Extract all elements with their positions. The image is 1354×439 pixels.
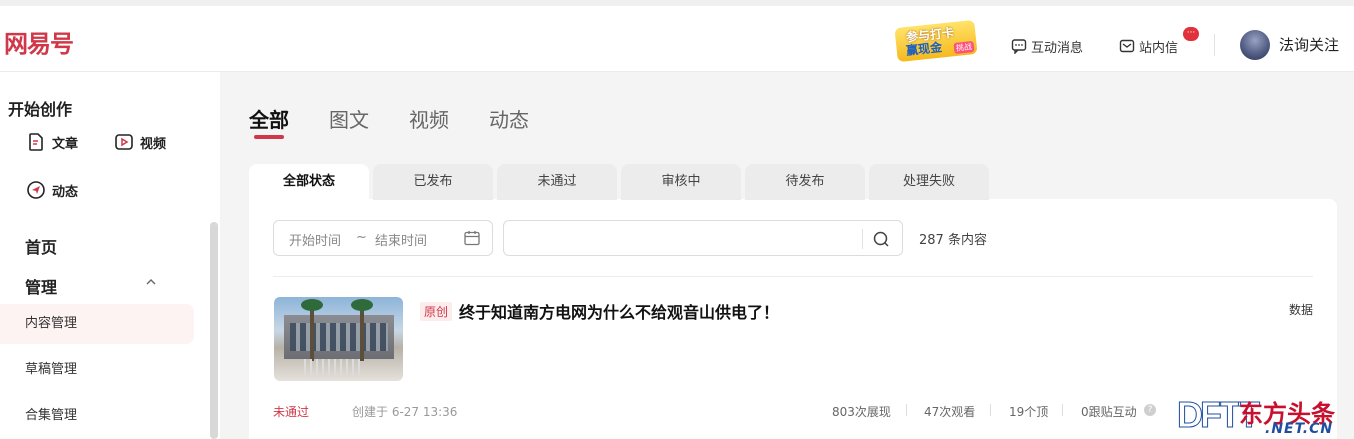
inbox-badge: ··· — [1183, 27, 1199, 41]
checkin-promo-banner[interactable]: 参与打卡 赢现金 挑战 — [888, 19, 980, 63]
search-input[interactable] — [503, 220, 903, 256]
subtab-reviewing[interactable]: 审核中 — [621, 164, 741, 200]
create-moment-label: 动态 — [52, 184, 79, 200]
date-range-picker[interactable]: 开始时间 ~ 结束时间 — [273, 220, 493, 256]
article-created-time: 创建于 6-27 13:36 — [352, 405, 458, 419]
stat-divider — [990, 404, 991, 416]
avatar[interactable] — [1240, 30, 1270, 60]
sidebar-item-content-management[interactable]: 内容管理 — [0, 304, 194, 344]
active-tab-indicator — [254, 135, 284, 139]
sidebar-item-collection-management[interactable]: 合集管理 — [0, 396, 194, 436]
create-moment-button[interactable]: 动态 — [26, 180, 78, 200]
search-icon[interactable] — [872, 230, 890, 248]
stat-comment-interactions: 0跟贴互动 — [1081, 405, 1137, 419]
chat-bubble-icon — [1011, 39, 1027, 54]
document-icon — [29, 133, 43, 151]
inbox-label: 站内信 — [1139, 40, 1179, 56]
thumb-palm-trunk — [310, 305, 314, 361]
sidebar-item-manage[interactable]: 管理 — [25, 274, 57, 298]
stat-views: 47次观看 — [924, 405, 976, 419]
content-count: 287 条内容 — [919, 233, 987, 248]
inbox-button[interactable]: 站内信 ··· — [1119, 27, 1199, 56]
sidebar-item-draft-management[interactable]: 草稿管理 — [0, 350, 194, 390]
date-end-placeholder: 结束时间 — [375, 234, 428, 249]
play-video-icon — [115, 134, 133, 150]
thumb-palm-leaves — [301, 299, 323, 311]
logo[interactable]: 网易号 — [4, 24, 74, 59]
create-section-title: 开始创作 — [8, 100, 73, 119]
sidebar: 开始创作 文章 视频 动态 首页 管理 内容管理 草稿管理 合集管理 — [0, 72, 220, 439]
article-data-link[interactable]: 数据 — [1289, 301, 1313, 318]
article-thumbnail[interactable] — [274, 297, 403, 381]
create-video-label: 视频 — [140, 136, 167, 152]
promo-tag: 挑战 — [953, 40, 975, 55]
help-icon[interactable]: ? — [1144, 404, 1156, 416]
subtab-all-status[interactable]: 全部状态 — [249, 164, 369, 200]
stat-divider — [1062, 404, 1063, 416]
create-article-button[interactable]: 文章 — [26, 132, 78, 152]
interaction-messages-label: 互动消息 — [1031, 40, 1084, 56]
stat-impressions: 803次展现 — [832, 405, 891, 419]
create-article-label: 文章 — [52, 136, 79, 152]
subtab-failed[interactable]: 处理失败 — [869, 164, 989, 200]
watermark-logo: DFTT 东方头条 .NET.CN — [1177, 394, 1354, 439]
sidebar-scrollbar[interactable] — [210, 222, 218, 439]
thumb-palm-trunk — [360, 305, 364, 361]
date-range-separator: ~ — [356, 230, 367, 245]
calendar-icon — [464, 231, 480, 246]
subtab-rejected[interactable]: 未通过 — [497, 164, 617, 200]
mail-icon — [1119, 39, 1135, 53]
sidebar-item-home[interactable]: 首页 — [25, 234, 57, 258]
article-status: 未通过 — [273, 405, 310, 419]
watermark-domain: .NET.CN — [1265, 421, 1334, 437]
search-divider — [862, 229, 863, 249]
date-start-placeholder: 开始时间 — [289, 234, 342, 249]
tab-all[interactable]: 全部 — [249, 104, 289, 133]
tab-video[interactable]: 视频 — [409, 104, 449, 133]
subtab-pending[interactable]: 待发布 — [745, 164, 865, 200]
thumb-palm-leaves — [351, 299, 373, 311]
subtab-published[interactable]: 已发布 — [373, 164, 493, 200]
chevron-up-icon[interactable] — [146, 277, 156, 287]
tab-graphic[interactable]: 图文 — [329, 104, 369, 133]
top-bar: 网易号 参与打卡 赢现金 挑战 互动消息 站内信 ··· 法询关注 — [0, 0, 1354, 72]
original-badge: 原创 — [420, 302, 453, 321]
stat-divider — [906, 404, 907, 416]
thumb-windows — [290, 323, 388, 351]
stat-likes: 19个顶 — [1009, 405, 1049, 419]
create-video-button[interactable]: 视频 — [114, 132, 166, 152]
thumb-gate — [304, 359, 364, 375]
username[interactable]: 法询关注 — [1279, 34, 1339, 55]
interaction-messages-button[interactable]: 互动消息 — [1011, 36, 1083, 56]
article-title[interactable]: 终于知道南方电网为什么不给观音山供电了！ — [459, 299, 779, 323]
list-divider — [273, 276, 1313, 277]
header-divider — [1214, 34, 1215, 56]
tab-moment[interactable]: 动态 — [489, 104, 529, 133]
send-arrow-icon — [27, 181, 45, 199]
